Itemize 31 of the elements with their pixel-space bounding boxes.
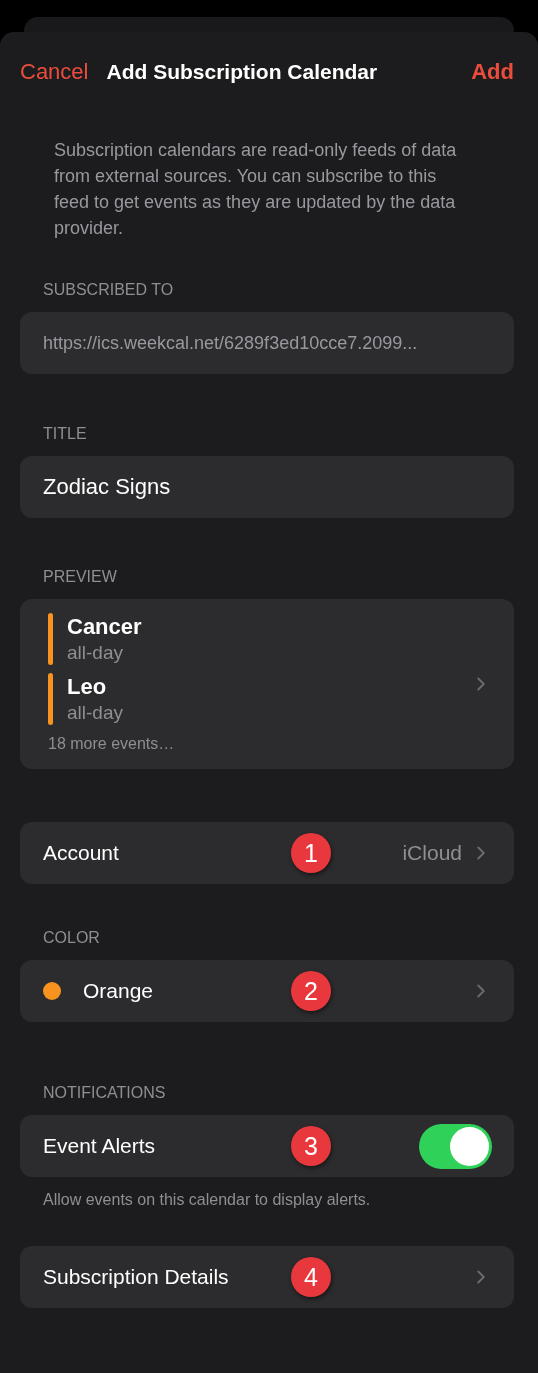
description-text: Subscription calendars are read-only feeds of data from external sources. You can subscribe to this feed to get events as they are updated by the data provider. — [54, 139, 458, 240]
row-label: Account — [43, 841, 119, 865]
event-time: all-day — [67, 701, 123, 725]
color-row[interactable]: Orange 2 — [20, 960, 514, 1022]
section-header: NOTIFICATIONS — [43, 1083, 167, 1103]
section-header: PREVIEW — [43, 567, 118, 587]
preview-card[interactable]: Cancer all-day Leo all-day 18 more events… — [20, 599, 514, 769]
url-field: https://ics.weekcal.net/6289f3ed10cce7.2099... — [20, 312, 514, 374]
more-events-text: 18 more events… — [48, 734, 176, 754]
callout-number: 3 — [291, 1126, 331, 1166]
callout-number: 2 — [291, 971, 331, 1011]
row-value: iCloud — [402, 841, 462, 865]
section-header: SUBSCRIBED TO — [43, 280, 175, 300]
row-label: Event Alerts — [43, 1134, 156, 1158]
event-name: Cancer — [67, 613, 142, 641]
list-row[interactable]: Subscription Details 4 — [20, 1246, 514, 1308]
add-button[interactable]: Add — [471, 59, 514, 85]
event-time: all-day — [67, 641, 124, 665]
sheet-title: Add Subscription Calendar — [106, 60, 379, 84]
section-header: COLOR — [43, 928, 101, 948]
list-row[interactable]: Account 1 iCloud — [20, 822, 514, 884]
event-name: Leo — [67, 673, 108, 701]
callout-number: 4 — [291, 1257, 331, 1297]
cancel-button[interactable]: Cancel — [20, 59, 89, 85]
row-label: Orange — [83, 979, 154, 1003]
section-header: TITLE — [43, 424, 88, 444]
toggle-switch[interactable] — [419, 1123, 492, 1169]
title-field[interactable]: Zodiac Signs — [20, 456, 514, 518]
section-footer: Allow events on this calendar to display alerts. — [43, 1191, 514, 1209]
callout-number: 1 — [291, 833, 331, 873]
row-label: Subscription Details — [43, 1265, 229, 1289]
